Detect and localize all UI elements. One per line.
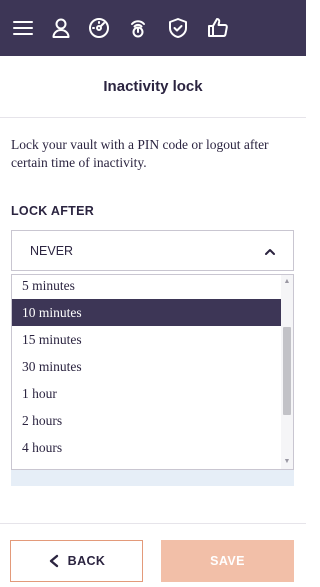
save-button[interactable]: SAVE [161,540,294,582]
options-scrollbar[interactable]: ▲ ▼ [281,275,293,469]
save-button-label: SAVE [210,554,245,568]
scroll-down-arrow-icon[interactable]: ▼ [283,458,291,466]
chevron-up-icon [263,245,277,259]
option-30-minutes[interactable]: 30 minutes [12,353,283,380]
footer-actions: BACK SAVE [0,523,306,587]
lock-after-label: LOCK AFTER [11,204,95,218]
menu-icon[interactable] [9,14,37,42]
user-icon[interactable] [47,14,75,42]
page-title: Inactivity lock [103,78,203,95]
lock-after-select[interactable]: NEVER [11,230,294,271]
wifi-tower-icon[interactable] [124,14,152,42]
option-10-minutes[interactable]: 10 minutes [12,299,283,326]
option-5-minutes[interactable]: 5 minutes [12,275,283,299]
option-8-hours[interactable]: 8 hours [12,461,283,470]
thumbs-up-icon[interactable] [204,14,232,42]
dashboard-icon[interactable] [85,14,113,42]
option-1-hour[interactable]: 1 hour [12,380,283,407]
selected-value: NEVER [30,244,74,258]
back-button[interactable]: BACK [10,540,143,582]
top-navigation-bar [0,0,306,56]
back-button-label: BACK [67,554,106,568]
page-header: Inactivity lock [0,56,306,118]
scroll-up-arrow-icon[interactable]: ▲ [283,278,291,286]
chevron-left-icon [48,554,60,568]
highlight-strip [11,468,294,486]
scrollbar-thumb[interactable] [283,327,291,415]
lock-after-options-list[interactable]: 5 minutes 10 minutes 15 minutes 30 minut… [11,274,294,470]
option-15-minutes[interactable]: 15 minutes [12,326,283,353]
description-text: Lock your vault with a PIN code or logou… [11,137,269,170]
shield-check-icon[interactable] [164,14,192,42]
option-4-hours[interactable]: 4 hours [12,434,283,461]
option-2-hours[interactable]: 2 hours [12,407,283,434]
